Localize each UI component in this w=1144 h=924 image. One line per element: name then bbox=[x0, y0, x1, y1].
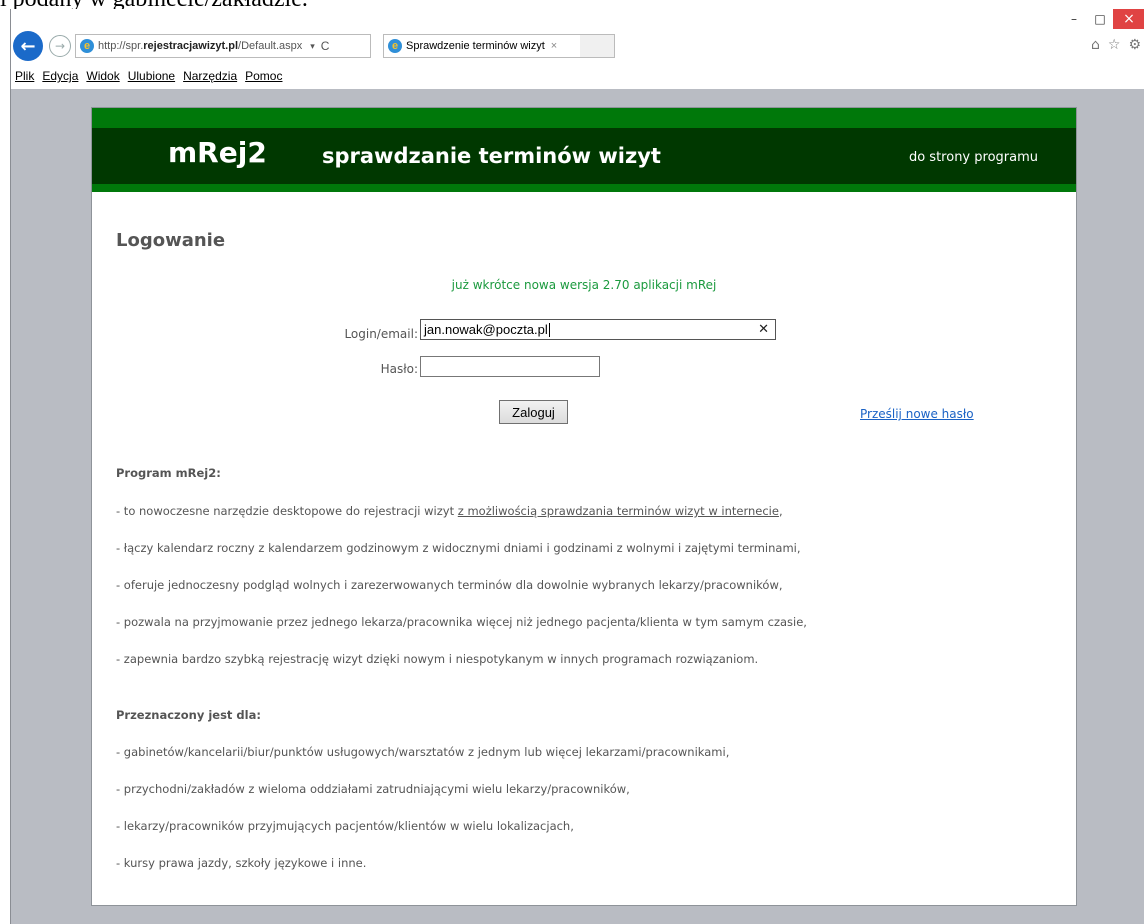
login-button[interactable]: Zaloguj bbox=[499, 400, 568, 424]
web-page: mRej2 sprawdzanie terminów wizyt do stro… bbox=[91, 107, 1077, 906]
program-line-5: - zapewnia bardzo szybką rejestrację wiz… bbox=[116, 652, 759, 666]
password-label: Hasło: bbox=[380, 362, 418, 376]
header-stripe-top bbox=[92, 108, 1076, 128]
page-title: Logowanie bbox=[116, 230, 226, 251]
text-caret bbox=[548, 322, 550, 337]
program-line-3: - oferuje jednoczesny podgląd wolnych i … bbox=[116, 578, 783, 592]
browser-window: – □ × ← → e http://spr.rejestracjawizyt.… bbox=[10, 9, 1144, 924]
site-header: mRej2 sprawdzanie terminów wizyt do stro… bbox=[92, 128, 1076, 184]
new-tab-button[interactable] bbox=[580, 34, 615, 58]
window-controls: – □ × bbox=[1061, 9, 1144, 31]
password-input[interactable] bbox=[420, 356, 600, 377]
main-content: Logowanie już wkrótce nowa wersja 2.70 a… bbox=[116, 230, 1052, 870]
tab-title: Sprawdzenie terminów wizyt bbox=[406, 40, 545, 52]
address-bar[interactable]: e http://spr.rejestracjawizyt.pl/Default… bbox=[75, 34, 371, 58]
address-url: http://spr.rejestracjawizyt.pl/Default.a… bbox=[98, 40, 303, 52]
program-heading: Program mRej2: bbox=[116, 466, 221, 480]
menu-item-plik[interactable]: Plik bbox=[15, 69, 34, 83]
audience-line-3: - lekarzy/pracowników przyjmujących pacj… bbox=[116, 819, 574, 833]
tab-close-icon[interactable]: × bbox=[551, 40, 557, 52]
menu-item-widok[interactable]: Widok bbox=[86, 69, 119, 83]
program-line-2: - łączy kalendarz roczny z kalendarzem g… bbox=[116, 541, 801, 555]
minimize-button[interactable]: – bbox=[1061, 9, 1087, 29]
login-email-value: jan.nowak@poczta.pl bbox=[424, 322, 548, 337]
back-arrow-icon[interactable]: ← bbox=[13, 31, 43, 61]
online-check-link[interactable]: z możliwością sprawdzania terminów wizyt… bbox=[458, 504, 779, 518]
maximize-button[interactable]: □ bbox=[1087, 9, 1113, 29]
favorites-star-icon[interactable]: ☆ bbox=[1108, 37, 1121, 53]
app-title: sprawdzanie terminów wizyt bbox=[322, 144, 661, 168]
clear-input-icon[interactable]: ✕ bbox=[758, 321, 769, 337]
menu-bar: Plik Edycja Widok Ulubione Narzędzia Pom… bbox=[11, 65, 1144, 87]
program-homepage-link[interactable]: do strony programu bbox=[909, 150, 1038, 165]
browser-chrome: – □ × ← → e http://spr.rejestracjawizyt.… bbox=[11, 9, 1144, 89]
version-notice: już wkrótce nowa wersja 2.70 aplikacji m… bbox=[451, 278, 717, 292]
audience-heading: Przeznaczony jest dla: bbox=[116, 708, 261, 722]
program-line-1: - to nowoczesne narzędzie desktopowe do … bbox=[116, 504, 783, 518]
app-logo: mRej2 bbox=[168, 136, 267, 169]
audience-line-2: - przychodni/zakładów z wieloma oddziała… bbox=[116, 782, 630, 796]
program-line-4: - pozwala na przyjmowanie przez jednego … bbox=[116, 615, 807, 629]
forward-arrow-icon[interactable]: → bbox=[49, 35, 71, 57]
gear-icon[interactable]: ⚙ bbox=[1128, 37, 1141, 53]
audience-line-4: - kursy prawa jazdy, szkoły językowe i i… bbox=[116, 856, 367, 870]
menu-item-ulubione[interactable]: Ulubione bbox=[128, 69, 175, 83]
address-dropdown-icon[interactable]: ▾ bbox=[310, 41, 315, 52]
close-window-button[interactable]: × bbox=[1113, 9, 1144, 29]
audience-line-1: - gabinetów/kancelarii/biur/punktów usłu… bbox=[116, 745, 730, 759]
menu-item-pomoc[interactable]: Pomoc bbox=[245, 69, 282, 83]
tab-favicon-icon: e bbox=[388, 39, 402, 53]
login-label: Login/email: bbox=[344, 327, 418, 341]
send-new-password-link[interactable]: Prześlij nowe hasło bbox=[860, 407, 974, 421]
menu-item-edycja[interactable]: Edycja bbox=[42, 69, 78, 83]
ie-favicon-icon: e bbox=[80, 39, 94, 53]
header-stripe-bottom bbox=[92, 184, 1076, 192]
home-icon[interactable]: ⌂ bbox=[1091, 37, 1100, 53]
toolbar-icons: ⌂ ☆ ⚙ bbox=[1091, 37, 1141, 53]
refresh-icon[interactable]: C bbox=[321, 39, 330, 53]
menu-item-narzedzia[interactable]: Narzędzia bbox=[183, 69, 237, 83]
browser-tab[interactable]: e Sprawdzenie terminów wizyt × bbox=[383, 34, 581, 58]
login-email-input[interactable]: jan.nowak@poczta.pl ✕ bbox=[420, 319, 776, 340]
